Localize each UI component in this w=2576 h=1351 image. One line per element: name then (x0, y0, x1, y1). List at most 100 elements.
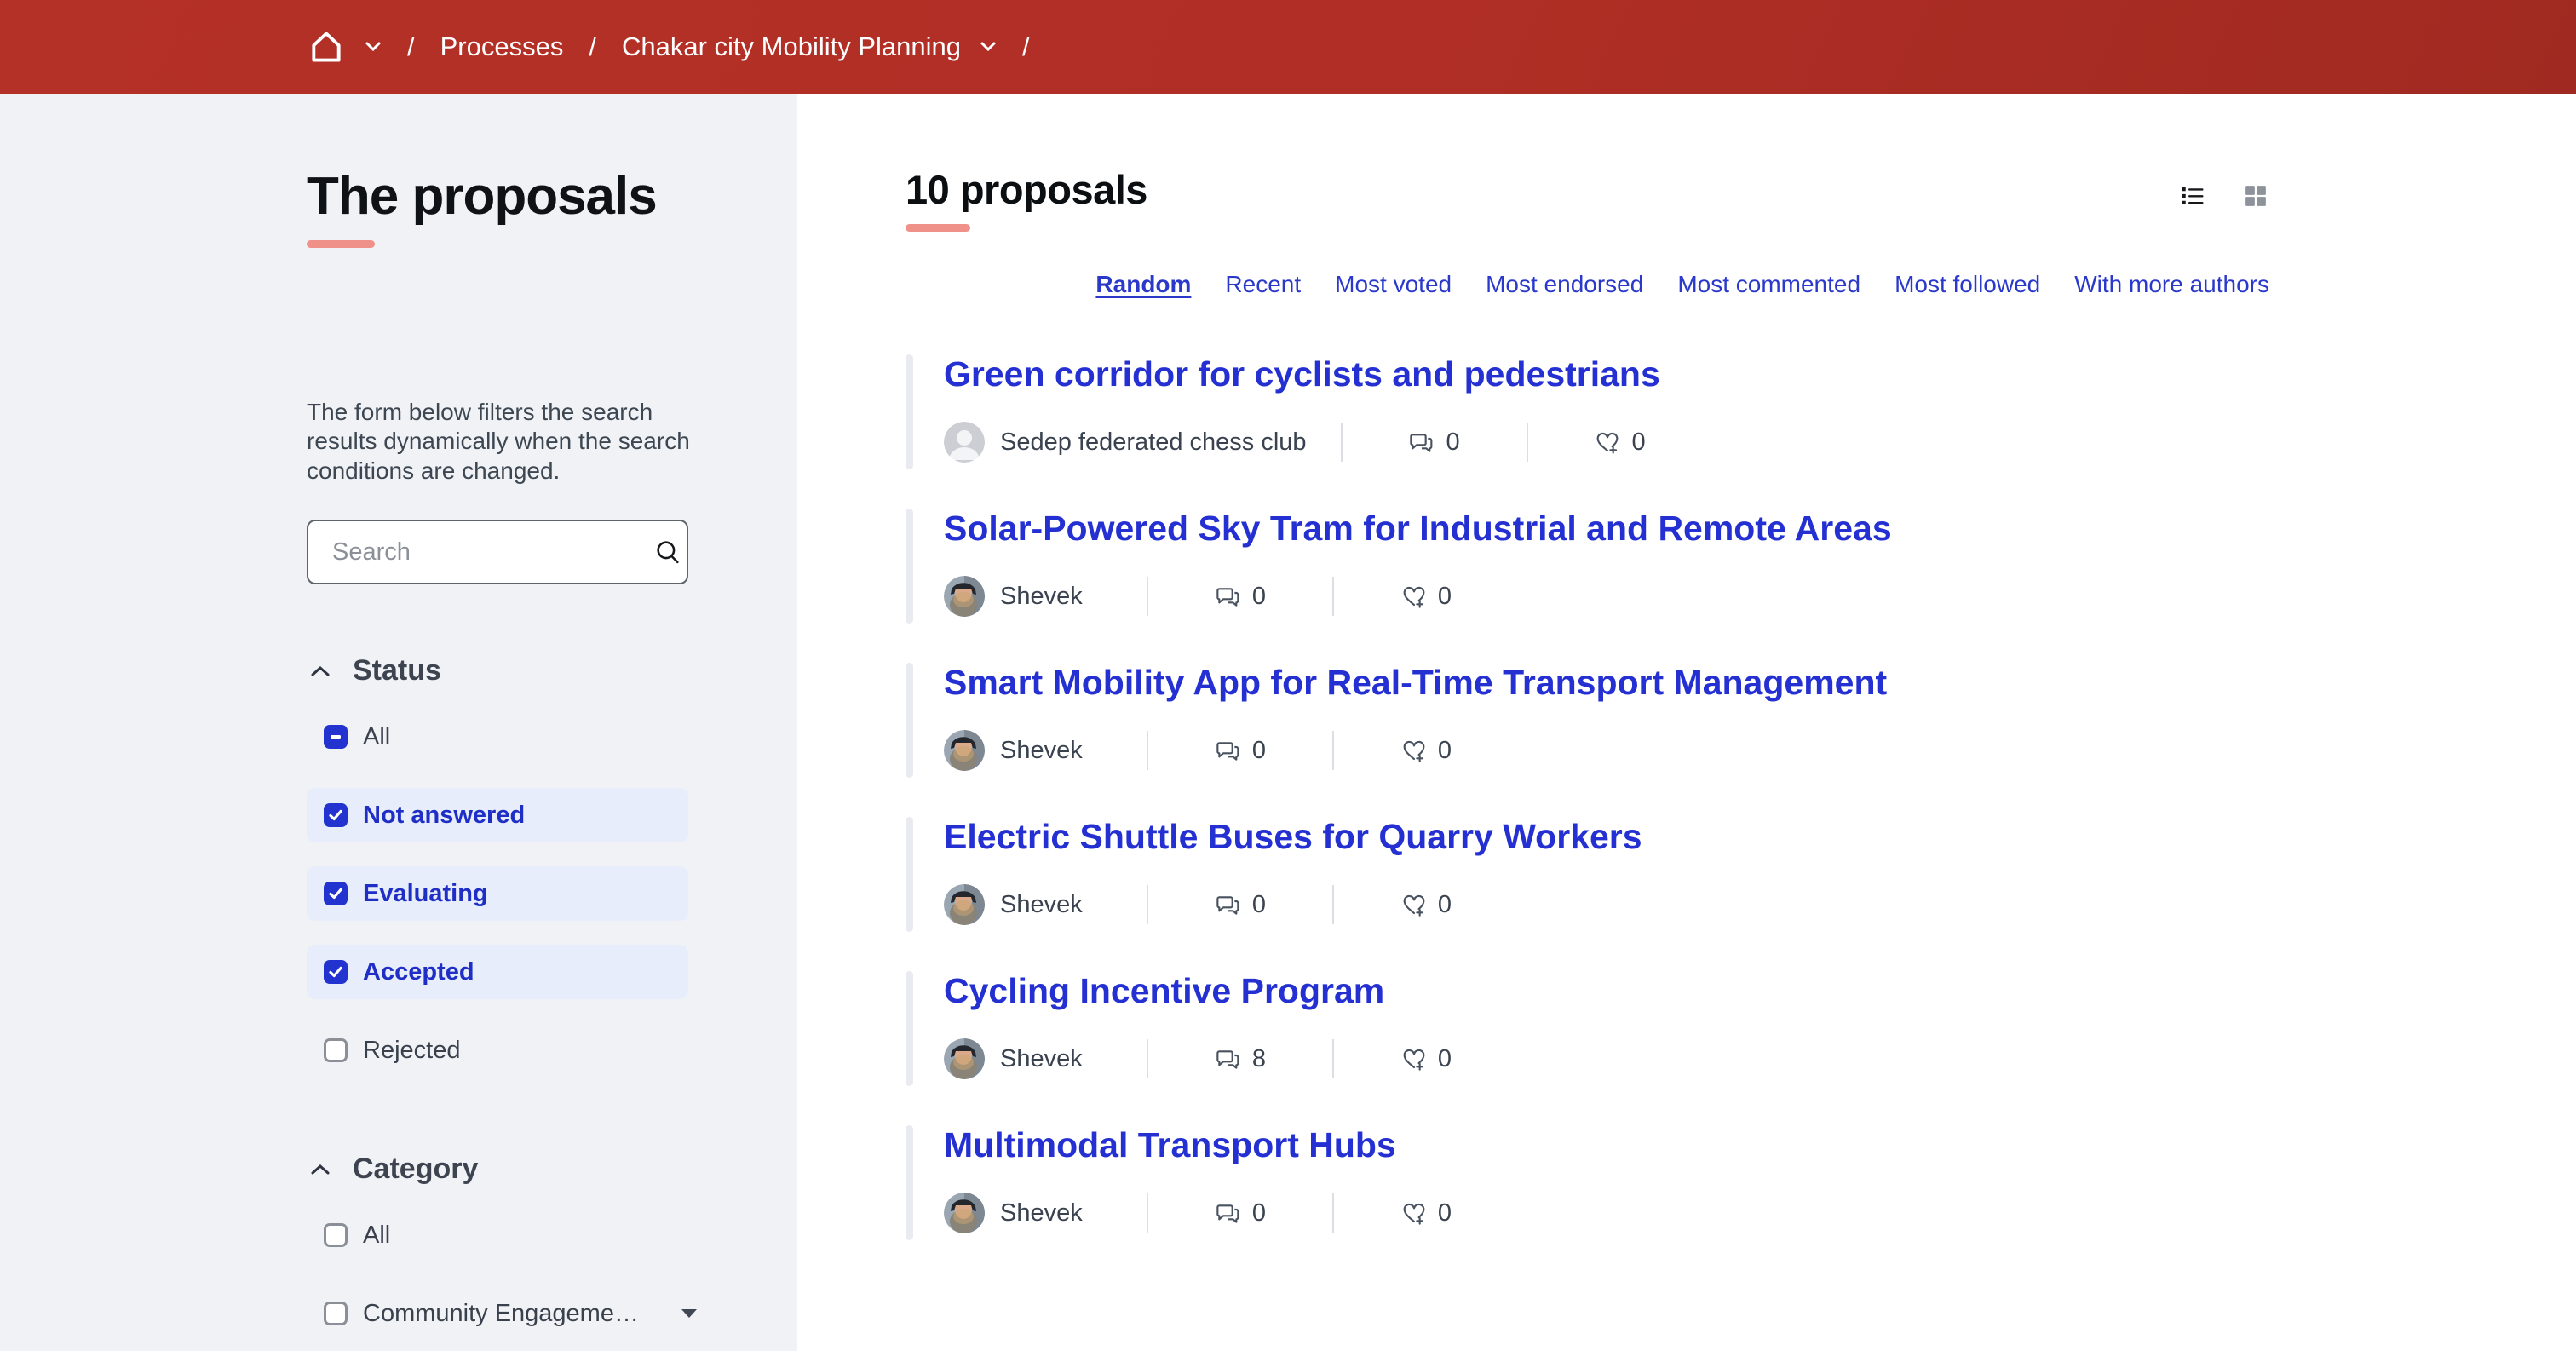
search-input[interactable] (332, 538, 653, 566)
comments-count: 0 (1446, 428, 1459, 457)
checkbox-checked[interactable] (324, 803, 348, 827)
category-section-header[interactable]: Category (310, 1153, 746, 1186)
proposal-author[interactable]: Shevek (944, 1193, 1147, 1233)
list-view-icon[interactable] (2179, 183, 2206, 209)
avatar-photo (944, 1193, 985, 1233)
checkbox-label: Not answered (363, 802, 525, 830)
checkbox-unchecked[interactable] (324, 1223, 348, 1247)
proposal-title-link[interactable]: Multimodal Transport Hubs (944, 1125, 1396, 1165)
endorsements-stat: 0 (1334, 583, 1518, 611)
sort-option-random[interactable]: Random (1095, 271, 1191, 298)
breadcrumb-link-processes[interactable]: Processes (440, 32, 564, 62)
author-name: Shevek (1000, 891, 1083, 919)
chevron-down-icon[interactable] (980, 41, 997, 53)
proposal-title-link[interactable]: Solar-Powered Sky Tram for Industrial an… (944, 509, 1892, 549)
proposal-author[interactable]: Shevek (944, 730, 1147, 771)
proposals-count-title: 10 proposals (906, 166, 1147, 213)
comments-count: 0 (1252, 737, 1266, 765)
status-section-header[interactable]: Status (310, 654, 746, 687)
filter-status-not-answered[interactable]: Not answered (307, 788, 688, 842)
comments-icon (1215, 583, 1242, 610)
filter-status-accepted[interactable]: Accepted (307, 945, 688, 999)
home-icon[interactable] (307, 28, 346, 66)
proposal-title-link[interactable]: Green corridor for cyclists and pedestri… (944, 354, 1660, 394)
endorsements-stat: 0 (1528, 428, 1712, 457)
card-left-bar (906, 509, 913, 624)
checkbox-checked[interactable] (324, 960, 348, 984)
sort-option-most-followed[interactable]: Most followed (1895, 271, 2040, 298)
checkbox-label: All (363, 1222, 390, 1250)
sort-option-recent[interactable]: Recent (1225, 271, 1301, 298)
endorsements-count: 0 (1438, 1045, 1452, 1073)
proposal-title-link[interactable]: Cycling Incentive Program (944, 971, 1384, 1011)
sort-option-most-endorsed[interactable]: Most endorsed (1486, 271, 1643, 298)
endorse-heart-plus-icon (1400, 583, 1428, 610)
comments-stat: 0 (1148, 737, 1332, 765)
avatar-photo (944, 1038, 985, 1079)
endorsements-count: 0 (1438, 1199, 1452, 1227)
proposal-card: Multimodal Transport Hubs Shevek 0 (906, 1125, 2269, 1240)
category-section-title: Category (353, 1153, 478, 1186)
proposal-author[interactable]: Shevek (944, 1038, 1147, 1079)
comments-icon (1408, 428, 1435, 456)
author-name: Sedep federated chess club (1000, 428, 1307, 457)
breadcrumb: / Processes / Chakar city Mobility Plann… (307, 28, 1055, 66)
endorsements-count: 0 (1631, 428, 1645, 457)
endorsements-stat: 0 (1334, 1199, 1518, 1227)
checkbox-label: Evaluating (363, 880, 488, 908)
status-section-title: Status (353, 654, 441, 687)
proposal-title-link[interactable]: Smart Mobility App for Real-Time Transpo… (944, 663, 1887, 703)
filter-category-all[interactable]: All (307, 1208, 688, 1262)
proposal-title-link[interactable]: Electric Shuttle Buses for Quarry Worker… (944, 817, 1642, 857)
endorse-heart-plus-icon (1400, 891, 1428, 918)
endorsements-stat: 0 (1334, 891, 1518, 919)
filter-status-rejected[interactable]: Rejected (307, 1023, 688, 1078)
caret-down-icon[interactable] (680, 1308, 699, 1319)
proposal-author[interactable]: Shevek (944, 576, 1147, 617)
proposal-card: Green corridor for cyclists and pedestri… (906, 354, 2269, 469)
proposal-author[interactable]: Shevek (944, 884, 1147, 925)
avatar-photo (944, 884, 985, 925)
filters-description: The form below filters the search result… (307, 398, 692, 486)
proposal-author[interactable]: Sedep federated chess club (944, 422, 1341, 463)
breadcrumb-separator: / (1022, 32, 1030, 62)
endorsements-count: 0 (1438, 737, 1452, 765)
chevron-down-icon[interactable] (365, 41, 382, 53)
comments-icon (1215, 1199, 1242, 1227)
sort-option-with-more-authors[interactable]: With more authors (2074, 271, 2269, 298)
card-left-bar (906, 1125, 913, 1240)
endorsements-count: 0 (1438, 891, 1452, 919)
comments-count: 0 (1252, 891, 1266, 919)
filter-category-community-engagement[interactable]: Community Engagement a… (307, 1286, 714, 1341)
filter-status-evaluating[interactable]: Evaluating (307, 866, 688, 921)
sort-option-most-commented[interactable]: Most commented (1677, 271, 1860, 298)
avatar-photo (944, 730, 985, 771)
comments-stat: 8 (1148, 1045, 1332, 1073)
breadcrumb-separator: / (407, 32, 415, 62)
author-name: Shevek (1000, 1045, 1083, 1073)
checkbox-indeterminate[interactable] (324, 725, 348, 749)
breadcrumb-link-process[interactable]: Chakar city Mobility Planning (622, 32, 961, 62)
chevron-up-icon (310, 665, 331, 677)
filter-section-status: Status All Not answered Evaluating (307, 654, 746, 1078)
proposal-list: Green corridor for cyclists and pedestri… (906, 354, 2269, 1240)
search-icon[interactable] (653, 538, 682, 566)
card-left-bar (906, 971, 913, 1086)
card-left-bar (906, 817, 913, 932)
proposal-card: Electric Shuttle Buses for Quarry Worker… (906, 817, 2269, 932)
checkbox-unchecked[interactable] (324, 1302, 348, 1325)
author-name: Shevek (1000, 737, 1083, 765)
sort-option-most-voted[interactable]: Most voted (1335, 271, 1452, 298)
filter-status-all[interactable]: All (307, 710, 688, 764)
avatar-photo (944, 576, 985, 617)
endorsements-stat: 0 (1334, 737, 1518, 765)
author-name: Shevek (1000, 583, 1083, 611)
card-left-bar (906, 354, 913, 469)
comments-count: 0 (1252, 583, 1266, 611)
grid-view-icon[interactable] (2242, 183, 2269, 209)
breadcrumb-separator: / (589, 32, 596, 62)
checkbox-label: Rejected (363, 1037, 460, 1065)
checkbox-checked[interactable] (324, 882, 348, 905)
checkbox-unchecked[interactable] (324, 1038, 348, 1062)
checkbox-label: Accepted (363, 958, 474, 986)
